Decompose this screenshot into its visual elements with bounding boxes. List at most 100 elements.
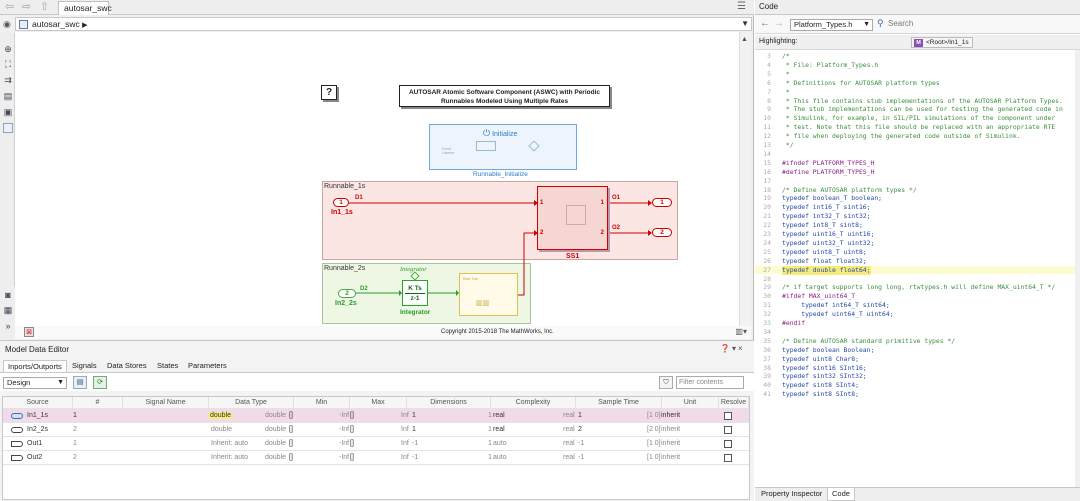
resolve-checkbox[interactable] <box>724 412 732 420</box>
row-complexity[interactable]: real <box>493 409 505 423</box>
code-line[interactable]: 34 <box>755 328 1075 337</box>
file-select[interactable]: Platform_Types.h ▼ <box>790 19 873 31</box>
code-line[interactable]: 29 /* if target supports long long, rtwty… <box>755 283 1075 292</box>
row-data-type[interactable]: Inherit: auto <box>211 451 248 465</box>
code-line[interactable]: 11 * test. Note that this file should be… <box>755 123 1075 132</box>
code-line[interactable]: 37 typedef uint8 Char8; <box>755 355 1075 364</box>
row-complexity[interactable]: real <box>493 423 505 437</box>
code-line[interactable]: 20 typedef int16_T sint16; <box>755 203 1075 212</box>
code-line[interactable]: 13 */ <box>755 141 1075 150</box>
code-line[interactable]: 33 #endif <box>755 319 1075 328</box>
resolve-checkbox[interactable] <box>724 454 732 462</box>
code-line[interactable]: 26 typedef float float32; <box>755 257 1075 266</box>
code-line[interactable]: 12 * file when deploying the generated c… <box>755 132 1075 141</box>
row-data-type[interactable]: double <box>209 412 233 419</box>
refresh-icon[interactable]: ⟳ <box>93 376 107 389</box>
table-view-icon[interactable]: ▤ <box>73 376 87 389</box>
code-line[interactable]: 36 typedef boolean Boolean; <box>755 346 1075 355</box>
row-unit[interactable]: inherit <box>661 423 680 437</box>
col-resolve[interactable]: Resolve <box>719 397 749 409</box>
code-line[interactable]: 39 typedef sint32 SInt32; <box>755 372 1075 381</box>
tab-parameters[interactable]: Parameters <box>184 360 231 372</box>
code-line[interactable]: 23 typedef uint16_T uint16; <box>755 230 1075 239</box>
inport-2[interactable]: 2 <box>338 289 356 298</box>
code-line[interactable]: 17 <box>755 177 1075 186</box>
code-line[interactable]: 7 * <box>755 88 1075 97</box>
tab-states[interactable]: States <box>153 360 182 372</box>
resolve-checkbox[interactable] <box>724 426 732 434</box>
panel-controls-icon[interactable]: ❓▾× <box>720 344 745 353</box>
col-dimensions[interactable]: Dimensions <box>407 397 491 409</box>
code-line[interactable]: 32 typedef uint64_T uint64; <box>755 310 1075 319</box>
code-line[interactable]: 30 #ifdef MAX_uint64_T <box>755 292 1075 301</box>
code-line[interactable]: 25 typedef uint8_T uint8; <box>755 248 1075 257</box>
row-complexity[interactable]: auto <box>493 451 507 465</box>
row-min[interactable]: -Inf <box>339 451 349 465</box>
col-signal-name[interactable]: Signal Name <box>123 397 209 409</box>
tab-data-stores[interactable]: Data Stores <box>103 360 151 372</box>
code-line[interactable]: 4 * File: Platform_Types.h <box>755 61 1075 70</box>
code-line[interactable]: 5 * <box>755 70 1075 79</box>
row-max[interactable]: Inf <box>401 437 409 451</box>
code-line[interactable]: 14 <box>755 150 1075 159</box>
code-line[interactable]: 8 * This file contains stub implementati… <box>755 97 1075 106</box>
code-line[interactable]: 19 typedef boolean_T boolean; <box>755 194 1075 203</box>
code-line[interactable]: 38 typedef sint16 SInt16; <box>755 364 1075 373</box>
row-dims[interactable]: -1 <box>412 451 418 465</box>
col-data-type[interactable]: Data Type <box>209 397 294 409</box>
inport-1[interactable]: 1 <box>333 198 349 207</box>
code-line[interactable]: 28 <box>755 275 1075 284</box>
row-unit[interactable]: inherit <box>661 409 680 423</box>
code-line[interactable]: 21 typedef int32_T sint32; <box>755 212 1075 221</box>
code-view[interactable]: 3/* 4 * File: Platform_Types.h 5 * 6 * Defi… <box>755 50 1075 487</box>
outport-2[interactable]: 2 <box>652 228 672 237</box>
code-line[interactable]: 3 /* <box>755 52 1075 61</box>
col-source[interactable]: Source <box>3 397 73 409</box>
code-line[interactable]: 16 #define PLATFORM_TYPES_H <box>755 168 1075 177</box>
integrator-block[interactable]: K Ts z-1 <box>402 280 428 306</box>
row-max[interactable]: Inf <box>401 423 409 437</box>
row-min[interactable]: -Inf <box>339 437 349 451</box>
row-data-type[interactable]: double <box>211 423 232 437</box>
col-max[interactable]: Max <box>350 397 407 409</box>
code-line[interactable]: 41 typedef sint8 SInt8; <box>755 390 1075 399</box>
table-row[interactable]: Out1 1 Inherit: auto double [] -Inf [] I… <box>3 437 749 451</box>
row-dims[interactable]: 1 <box>412 409 416 423</box>
view-select[interactable]: Design ▼ <box>3 377 67 389</box>
tab-signals[interactable]: Signals <box>68 360 101 372</box>
row-unit[interactable]: inherit <box>661 437 680 451</box>
code-line[interactable]: 6 * Definitions for AUTOSAR platform typ… <box>755 79 1075 88</box>
code-line[interactable]: 18 /* Define AUTOSAR platform types */ <box>755 186 1075 195</box>
row-sample-time[interactable]: -1 <box>578 451 584 465</box>
row-sample-time[interactable]: 1 <box>578 409 582 423</box>
table-row[interactable]: In1_1s 1 double double [] -Inf [] Inf 1 … <box>3 409 749 423</box>
ss1-subsystem[interactable]: 1 2 1 2 <box>537 186 608 250</box>
code-line[interactable]: 10 * Simulink, for example, in SIL/PIL s… <box>755 114 1075 123</box>
tab-property-inspector[interactable]: Property Inspector <box>757 488 826 501</box>
table-row[interactable]: Out2 2 Inherit: auto double [] -Inf [] I… <box>3 451 749 465</box>
table-row[interactable]: In2_2s 2 double double [] -Inf [] Inf 1 … <box>3 423 749 437</box>
row-max[interactable]: Inf <box>401 451 409 465</box>
code-scrollbar[interactable] <box>1075 50 1080 487</box>
code-line[interactable]: 27 typedef double float64; <box>755 265 1075 275</box>
col-unit[interactable]: Unit <box>662 397 719 409</box>
code-line[interactable]: 9 * The stub implementations can be used… <box>755 105 1075 114</box>
code-line[interactable]: 31 typedef int64_T sint64; <box>755 301 1075 310</box>
resolve-checkbox[interactable] <box>724 440 732 448</box>
row-sample-time[interactable]: -1 <box>578 437 584 451</box>
code-line[interactable]: 24 typedef uint32_T uint32; <box>755 239 1075 248</box>
forward-arrow-icon[interactable]: → <box>774 18 784 29</box>
filter-icon[interactable]: ⛉ <box>659 376 673 389</box>
code-line[interactable]: 40 typedef sint8 SInt4; <box>755 381 1075 390</box>
row-data-type[interactable]: Inherit: auto <box>211 437 248 451</box>
row-sample-time[interactable]: 2 <box>578 423 582 437</box>
row-complexity[interactable]: auto <box>493 437 507 451</box>
col-number[interactable]: # <box>73 397 123 409</box>
code-line[interactable]: 22 typedef int8_T sint8; <box>755 221 1075 230</box>
tab-inports-outports[interactable]: Inports/Outports <box>3 360 67 372</box>
col-complexity[interactable]: Complexity <box>491 397 576 409</box>
highlight-chip[interactable]: M <Root>/In1_1s <box>911 37 973 48</box>
col-sample-time[interactable]: Sample Time <box>576 397 662 409</box>
code-line[interactable]: 35 /* Define AUTOSAR standard primitive t… <box>755 337 1075 346</box>
row-dims[interactable]: -1 <box>412 437 418 451</box>
